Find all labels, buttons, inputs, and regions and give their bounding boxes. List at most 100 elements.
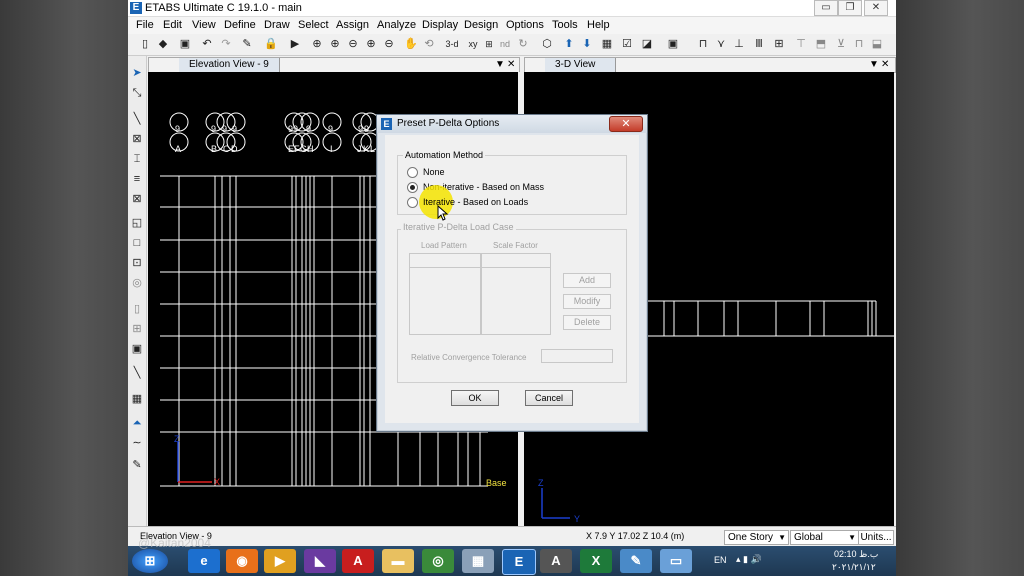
- add-button[interactable]: Add: [563, 273, 611, 288]
- label-icon[interactable]: ◪: [640, 37, 654, 51]
- start-button[interactable]: ⊞: [132, 549, 168, 573]
- draw-deck-icon[interactable]: ⊻: [834, 37, 848, 51]
- scale-factor-list[interactable]: [481, 267, 551, 335]
- menu-help[interactable]: Help: [587, 19, 610, 31]
- draw-braces-icon[interactable]: ⊠: [130, 192, 144, 206]
- menu-view[interactable]: View: [192, 19, 216, 31]
- zoom-previous-icon[interactable]: ⊖: [382, 37, 396, 51]
- cancel-button[interactable]: Cancel: [525, 390, 573, 406]
- move-up-icon[interactable]: ⬆: [562, 37, 576, 51]
- draw-circle-icon[interactable]: ◎: [130, 276, 144, 290]
- load-pattern-list[interactable]: [409, 267, 481, 335]
- draw-secondary-beam-icon[interactable]: ≡: [130, 172, 144, 186]
- ok-button[interactable]: OK: [451, 390, 499, 406]
- coord-system-selector[interactable]: Global ▼: [790, 530, 859, 545]
- draw-brace-icon[interactable]: ⋎: [714, 37, 728, 51]
- menu-tools[interactable]: Tools: [552, 19, 578, 31]
- pointer-icon[interactable]: ➤: [130, 66, 144, 80]
- panel-dropdown-icon[interactable]: ▼: [869, 58, 879, 72]
- acrobat-icon[interactable]: A: [342, 549, 374, 573]
- rotate-icon[interactable]: ⟲: [422, 37, 436, 51]
- clock-date[interactable]: ۲۰۲۱/۲۱/۱۲: [832, 562, 876, 573]
- zoom-out-icon[interactable]: ⊖: [346, 37, 360, 51]
- pan-icon[interactable]: ✋: [404, 37, 418, 51]
- zoom-window-icon[interactable]: ⊕: [310, 37, 324, 51]
- minimize-button[interactable]: ▭: [814, 0, 838, 16]
- etabs-taskbar-icon[interactable]: E: [502, 549, 536, 575]
- redo-icon[interactable]: ↷: [219, 37, 233, 51]
- radio-none-label[interactable]: None: [423, 167, 445, 177]
- draw-wall-left-icon[interactable]: ▯: [130, 302, 144, 316]
- draw-rect-floor-icon[interactable]: □: [130, 236, 144, 250]
- excel-icon[interactable]: X: [580, 549, 612, 573]
- media-player-icon[interactable]: ▶: [264, 549, 296, 573]
- visual-studio-icon[interactable]: ◣: [304, 549, 336, 573]
- object-shrink-icon[interactable]: ⬡: [540, 37, 554, 51]
- panel-close-icon[interactable]: ✕: [507, 58, 515, 72]
- draw-grid-left-icon[interactable]: ▦: [130, 392, 144, 406]
- zoom-fit-icon[interactable]: ⊕: [364, 37, 378, 51]
- draw-grid-icon[interactable]: Ⅲ: [752, 37, 766, 51]
- calculator-icon[interactable]: ▦: [462, 549, 494, 573]
- paint-icon[interactable]: ✎: [620, 549, 652, 573]
- draw-wall-stack-icon[interactable]: ⊞: [130, 322, 144, 336]
- menu-analyze[interactable]: Analyze: [377, 19, 416, 31]
- tab-3d-view[interactable]: 3-D View: [545, 58, 616, 72]
- pen-icon[interactable]: ✎: [240, 37, 254, 51]
- menu-design[interactable]: Design: [464, 19, 498, 31]
- plan-view-icon[interactable]: xy: [466, 37, 480, 51]
- draw-wave-icon[interactable]: ∼: [130, 436, 144, 450]
- draw-slab-icon[interactable]: ⬒: [814, 37, 828, 51]
- clock-time[interactable]: 02:10 ب.ظ: [834, 549, 878, 560]
- zoom-in-icon[interactable]: ⊕: [328, 37, 342, 51]
- nd-view-icon[interactable]: nd: [498, 37, 512, 51]
- tab-elevation-view[interactable]: Elevation View - 9: [179, 58, 280, 72]
- radio-none[interactable]: [407, 167, 418, 178]
- close-button[interactable]: ✕: [864, 0, 888, 16]
- restore-button[interactable]: ❐: [838, 0, 862, 16]
- draw-frame-icon[interactable]: ⊓: [696, 37, 710, 51]
- menu-assign[interactable]: Assign: [336, 19, 369, 31]
- menu-options[interactable]: Options: [506, 19, 544, 31]
- draw-floor-icon[interactable]: ◱: [130, 216, 144, 230]
- radio-iterative[interactable]: [407, 197, 418, 208]
- dialog-title-bar[interactable]: E Preset P-Delta Options ✕: [377, 115, 647, 133]
- menu-define[interactable]: Define: [224, 19, 256, 31]
- extrude-icon[interactable]: ▣: [666, 37, 680, 51]
- tray-icons[interactable]: ▴ ▮ 🔊: [736, 554, 762, 565]
- internet-explorer-icon[interactable]: e: [188, 549, 220, 573]
- elevation-view-icon[interactable]: ⊞: [482, 37, 496, 51]
- delete-button[interactable]: Delete: [563, 315, 611, 330]
- reshape-icon[interactable]: ⤡: [130, 86, 144, 100]
- chrome-icon[interactable]: ◎: [422, 549, 454, 573]
- open-file-icon[interactable]: ◆: [156, 37, 170, 51]
- menu-edit[interactable]: Edit: [163, 19, 182, 31]
- undo-icon[interactable]: ↶: [200, 37, 214, 51]
- firefox-icon[interactable]: ◉: [226, 549, 258, 573]
- move-down-icon[interactable]: ⬇: [580, 37, 594, 51]
- save-icon[interactable]: ▣: [178, 37, 192, 51]
- draw-link-left-icon[interactable]: ╲: [130, 366, 144, 380]
- view-3d-icon[interactable]: 3-d: [442, 37, 462, 51]
- menu-display[interactable]: Display: [422, 19, 458, 31]
- run-analysis-icon[interactable]: ▶: [288, 37, 302, 51]
- lock-icon[interactable]: 🔒: [264, 37, 278, 51]
- new-file-icon[interactable]: ▯: [138, 37, 152, 51]
- draw-link-icon[interactable]: ⊤: [794, 37, 808, 51]
- display-options-icon[interactable]: ▦: [600, 37, 614, 51]
- panel-dropdown-icon[interactable]: ▼: [495, 58, 505, 72]
- draw-column-left-icon[interactable]: ⌶: [130, 152, 144, 166]
- panel-close-icon[interactable]: ✕: [881, 58, 889, 72]
- draw-wall-icon[interactable]: ⊞: [772, 37, 786, 51]
- draw-column-icon[interactable]: ⊥: [732, 37, 746, 51]
- refresh-icon[interactable]: ↻: [516, 37, 530, 51]
- menu-file[interactable]: File: [136, 19, 154, 31]
- radio-non-iterative[interactable]: [407, 182, 418, 193]
- dialog-close-button[interactable]: ✕: [609, 116, 643, 132]
- quick-draw-floor-icon[interactable]: ⊡: [130, 256, 144, 270]
- draw-opening-icon[interactable]: ⊓: [852, 37, 866, 51]
- tolerance-input[interactable]: [541, 349, 613, 363]
- draw-joint-icon[interactable]: ╲: [130, 112, 144, 126]
- draw-beam-icon[interactable]: ⊠: [130, 132, 144, 146]
- story-selector[interactable]: One Story ▼: [724, 530, 789, 545]
